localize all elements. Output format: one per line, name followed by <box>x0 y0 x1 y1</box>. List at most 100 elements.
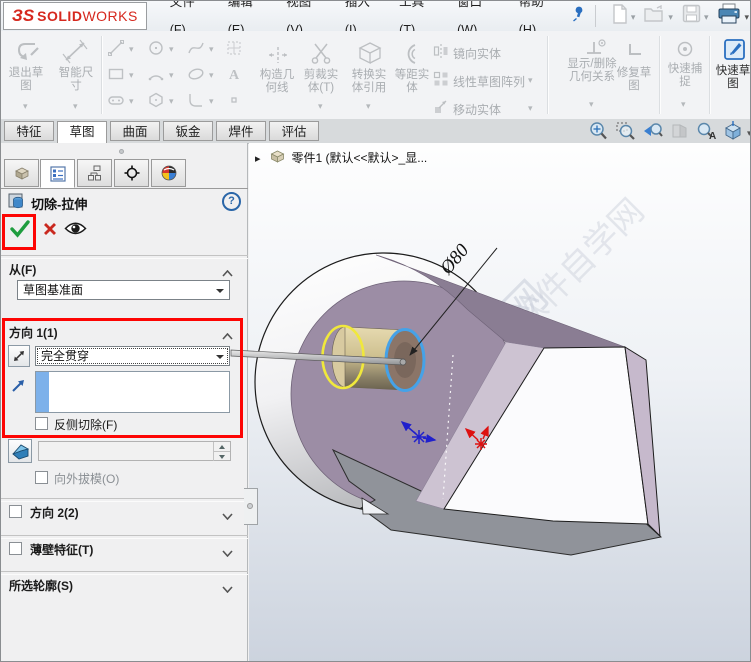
tab-weldments[interactable]: 焊件 <box>216 121 266 141</box>
graphics-viewport[interactable]: 软件自学网 软件自学网 www. Ø80 ▸ 零件1 (默认<<默认>_显... <box>230 143 750 661</box>
tab-features[interactable]: 特征 <box>4 121 54 141</box>
smart-dimension-caret-icon[interactable]: ▾ <box>73 101 78 112</box>
polygon-caret-icon[interactable]: ▾ <box>169 96 174 107</box>
thin-feature-checkbox[interactable] <box>9 542 22 555</box>
offset-entities-button[interactable]: 等距实体 <box>393 69 431 95</box>
reverse-direction-button[interactable] <box>8 345 30 367</box>
rapid-sketch-icon[interactable] <box>723 37 747 66</box>
linear-pattern-button[interactable]: 线性草图阵列 <box>453 73 525 90</box>
expand-thin-feature-icon[interactable] <box>222 544 233 562</box>
tab-evaluate[interactable]: 评估 <box>269 121 319 141</box>
quick-snap-caret-icon[interactable]: ▾ <box>681 99 686 110</box>
circle-icon[interactable] <box>147 39 165 62</box>
direction-rod[interactable] <box>230 349 405 366</box>
trim-entities-icon[interactable] <box>309 41 333 70</box>
section-contours-label[interactable]: 所选轮廓(S) <box>9 577 73 594</box>
polygon-icon[interactable] <box>147 91 165 114</box>
move-entities-icon[interactable] <box>433 99 449 119</box>
from-condition-select[interactable]: 草图基准面 <box>17 280 230 300</box>
exit-sketch-button[interactable]: 退出草图 <box>4 67 48 93</box>
3d-model[interactable]: 软件自学网 软件自学网 www. Ø80 <box>226 143 751 662</box>
line-icon[interactable] <box>107 39 125 62</box>
extrude-direction-handle[interactable] <box>230 349 407 366</box>
view-orientation-caret-icon[interactable] <box>744 123 750 141</box>
move-caret-icon[interactable]: ▾ <box>528 103 533 114</box>
section-direction1-label[interactable]: 方向 1(1) <box>9 324 58 341</box>
spinner-up-icon[interactable] <box>213 442 230 451</box>
spline-caret-icon[interactable]: ▾ <box>209 44 214 55</box>
cancel-button[interactable] <box>43 222 57 241</box>
help-button[interactable]: ? <box>222 192 241 211</box>
direction2-checkbox[interactable] <box>9 505 22 518</box>
arc-icon[interactable] <box>147 65 165 88</box>
tab-sketch[interactable]: 草图 <box>57 121 107 143</box>
construction-line-icon[interactable] <box>267 45 289 70</box>
collapse-direction1-icon[interactable] <box>222 327 233 345</box>
tab-property-manager[interactable] <box>40 159 75 188</box>
feature-tree-flyout[interactable]: 零件1 (默认<<默认>_显... <box>255 148 427 167</box>
smart-dimension-icon[interactable] <box>61 39 89 70</box>
dimension-annotation[interactable]: Ø80 <box>409 240 498 356</box>
previous-view-icon[interactable] <box>640 121 664 141</box>
ellipse-caret-icon[interactable]: ▾ <box>209 70 214 81</box>
zoom-fit-icon[interactable] <box>586 121 610 141</box>
ellipse-icon[interactable] <box>187 65 205 88</box>
rapid-sketch-button[interactable]: 快速草图 <box>715 65 750 91</box>
quick-snap-button[interactable]: 快速捕捉 <box>664 63 706 89</box>
smart-dimension-button[interactable]: 智能尺寸 <box>54 67 98 93</box>
circle-caret-icon[interactable]: ▾ <box>169 44 174 55</box>
fillet-icon[interactable] <box>187 91 205 114</box>
flip-side-label[interactable]: 反侧切除(F) <box>54 416 117 433</box>
trim-caret-icon[interactable]: ▾ <box>318 101 323 112</box>
end-condition-select[interactable]: 完全贯穿 <box>35 346 230 366</box>
draft-button[interactable] <box>8 439 32 463</box>
panel-collapse-handle[interactable] <box>244 488 258 525</box>
display-relations-caret-icon[interactable]: ▾ <box>589 99 594 110</box>
move-entities-button[interactable]: 移动实体 <box>453 101 501 118</box>
ok-button[interactable] <box>9 219 31 243</box>
model-body[interactable] <box>254 252 663 556</box>
mirror-entities-icon[interactable] <box>433 43 449 64</box>
repair-sketch-icon[interactable] <box>625 41 645 66</box>
sketch-circle-selected[interactable] <box>384 328 426 392</box>
tab-sheet-metal[interactable]: 钣金 <box>163 121 213 141</box>
convert-entities-icon[interactable] <box>357 41 383 70</box>
flip-side-checkbox[interactable] <box>35 417 48 430</box>
text-icon[interactable]: A <box>225 65 243 88</box>
fillet-caret-icon[interactable]: ▾ <box>209 96 214 107</box>
print-icon[interactable] <box>717 3 741 29</box>
view-settings-icon[interactable]: A <box>694 121 718 141</box>
zoom-area-icon[interactable] <box>613 121 637 141</box>
pin-icon[interactable] <box>571 5 586 27</box>
draft-angle-spinner[interactable] <box>38 441 231 461</box>
tab-display-manager[interactable] <box>151 159 186 187</box>
save-caret-icon[interactable] <box>701 7 712 25</box>
slot-icon[interactable] <box>107 91 125 114</box>
exit-sketch-caret-icon[interactable]: ▾ <box>23 101 28 112</box>
display-relations-button[interactable]: 显示/删除几何关系 <box>567 58 617 84</box>
linear-pattern-caret-icon[interactable]: ▾ <box>528 75 533 86</box>
tab-dimxpert[interactable] <box>114 159 149 187</box>
arc-caret-icon[interactable]: ▾ <box>169 70 174 81</box>
section-direction2-label[interactable]: 方向 2(2) <box>30 504 79 521</box>
open-caret-icon[interactable] <box>665 7 676 25</box>
section-view-icon[interactable] <box>667 121 691 141</box>
expand-contours-icon[interactable] <box>222 580 233 598</box>
save-icon[interactable] <box>682 4 701 28</box>
view-orientation-icon[interactable] <box>721 121 745 141</box>
new-document-caret-icon[interactable] <box>628 7 639 25</box>
spline-icon[interactable] <box>187 39 205 62</box>
offset-entities-icon[interactable] <box>399 43 421 70</box>
tab-surfaces[interactable]: 曲面 <box>110 121 160 141</box>
rectangle-caret-icon[interactable]: ▾ <box>129 70 134 81</box>
section-thin-feature-label[interactable]: 薄壁特征(T) <box>30 541 93 558</box>
convert-caret-icon[interactable]: ▾ <box>366 101 371 112</box>
dimension-text[interactable]: Ø80 <box>436 240 474 280</box>
tab-featuremanager-tree[interactable] <box>4 159 39 187</box>
direction-rod-tip[interactable] <box>399 358 407 366</box>
spinner-down-icon[interactable] <box>213 451 230 461</box>
convert-entities-button[interactable]: 转换实体引用 <box>347 69 391 95</box>
trim-entities-button[interactable]: 剪裁实体(T) <box>299 69 343 95</box>
draft-outward-checkbox[interactable] <box>35 471 48 484</box>
line-caret-icon[interactable]: ▾ <box>129 44 134 55</box>
